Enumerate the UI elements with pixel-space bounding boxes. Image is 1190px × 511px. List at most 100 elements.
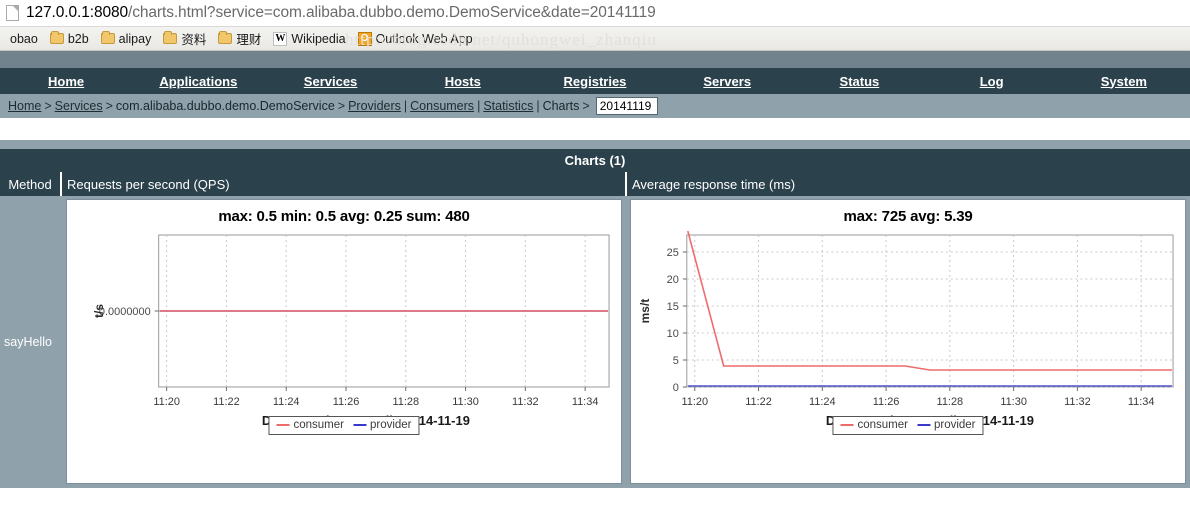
rt-ytick-label: 5 [673, 355, 679, 367]
qps-chart-canvas: 0.0000000 t/s 11:20 11:22 11:24 11:26 11… [67, 225, 621, 439]
bookmark-ziliao[interactable]: 资料 [157, 29, 212, 49]
outlook-icon: O [357, 31, 372, 46]
main-navigation: Home Applications Services Hosts Registr… [0, 68, 1190, 94]
response-time-chart-canvas: 0 5 10 15 20 25 ms/t 11:20 11:22 11:24 1… [631, 225, 1185, 439]
nav-item-system[interactable]: System [1058, 74, 1190, 89]
chrome-viewport-gap [0, 51, 1190, 68]
breadcrumb: Home > Services > com.alibaba.dubbo.demo… [0, 94, 1190, 118]
qps-xtick-label: 11:30 [452, 396, 479, 408]
charts-table-header: Method Requests per second (QPS) Average… [0, 172, 1190, 196]
rt-xtick-label: 11:30 [1000, 396, 1027, 408]
breadcrumb-providers[interactable]: Providers [348, 99, 401, 113]
qps-plot-svg: 0.0000000 t/s 11:20 11:22 11:24 11:26 11… [92, 234, 610, 428]
url-host: 127.0.0.1:8080 [26, 4, 129, 21]
qps-xtick-marks [166, 387, 586, 391]
qps-yaxis-label: t/s [92, 304, 106, 318]
response-time-plot-svg: 0 5 10 15 20 25 ms/t 11:20 11:22 11:24 1… [638, 230, 1174, 428]
rt-ytick-label: 0 [673, 382, 679, 394]
bookmark-label: b2b [67, 31, 89, 46]
bookmark-label: 理财 [236, 33, 262, 47]
qps-xtick-label: 11:28 [392, 396, 419, 408]
breadcrumb-separator: > [337, 99, 346, 113]
bookmark-label: 资料 [181, 33, 207, 47]
breadcrumb-pipe: | [536, 99, 540, 113]
breadcrumb-pipe: | [403, 99, 408, 113]
rt-xtick-labels: 11:20 11:22 11:24 11:26 11:28 11:30 11:3… [681, 396, 1154, 408]
breadcrumb-statistics[interactable]: Statistics [483, 99, 533, 113]
rt-xtick-label: 11:26 [873, 396, 900, 408]
legend-swatch-provider [916, 424, 930, 426]
legend-label-consumer: consumer [293, 419, 344, 431]
rt-xtick-label: 11:22 [745, 396, 772, 408]
legend-entry-consumer: consumer [840, 419, 908, 431]
url-bar[interactable]: 127.0.0.1:8080/charts.html?service=com.a… [0, 0, 1190, 27]
url-path: /charts.html?service=com.alibaba.dubbo.d… [128, 4, 656, 21]
folder-icon [218, 31, 233, 44]
qps-xtick-label: 11:26 [333, 396, 360, 408]
rt-ytick-label: 15 [667, 301, 679, 313]
breadcrumb-charts: Charts [542, 99, 580, 113]
bookmark-licai[interactable]: 理财 [212, 29, 267, 49]
cell-qps-chart: max: 0.5 min: 0.5 avg: 0.25 sum: 480 0.0… [62, 196, 626, 488]
legend-swatch-consumer [276, 424, 290, 426]
qps-chart[interactable]: max: 0.5 min: 0.5 avg: 0.25 sum: 480 0.0… [66, 199, 622, 484]
qps-xtick-label: 11:24 [273, 396, 300, 408]
legend-swatch-provider [352, 424, 366, 426]
bookmark-label: obao [10, 31, 38, 46]
rt-xtick-label: 11:32 [1064, 396, 1091, 408]
browser-chrome: 127.0.0.1:8080/charts.html?service=com.a… [0, 0, 1190, 68]
page-document-icon [6, 5, 19, 21]
bookmark-alipay[interactable]: alipay [95, 29, 158, 49]
column-header-method: Method [0, 172, 62, 196]
column-header-qps: Requests per second (QPS) [62, 172, 627, 196]
nav-item-applications[interactable]: Applications [132, 74, 264, 89]
nav-item-log[interactable]: Log [926, 74, 1058, 89]
bookmark-wikipedia[interactable]: W Wikipedia [267, 29, 351, 49]
rt-xtick-marks [694, 387, 1142, 391]
legend-label-provider: provider [933, 419, 976, 431]
legend-label-consumer: consumer [857, 419, 908, 431]
qps-xtick-label: 11:20 [153, 396, 180, 408]
rt-xtick-label: 11:28 [937, 396, 964, 408]
rt-ytick-label: 20 [667, 274, 679, 286]
date-input[interactable] [595, 97, 658, 115]
breadcrumb-services[interactable]: Services [55, 99, 103, 113]
rt-ytick-labels: 0 5 10 15 20 25 [667, 247, 679, 394]
legend-entry-provider: provider [352, 419, 412, 431]
breadcrumb-separator: > [44, 99, 52, 113]
nav-item-services[interactable]: Services [264, 74, 396, 89]
content-gap [0, 118, 1190, 140]
breadcrumb-home[interactable]: Home [8, 99, 41, 113]
breadcrumb-service-name: com.alibaba.dubbo.demo.DemoService [115, 99, 335, 113]
qps-chart-title: max: 0.5 min: 0.5 avg: 0.25 sum: 480 [218, 208, 470, 225]
folder-icon [49, 31, 64, 44]
legend-swatch-consumer [840, 424, 854, 426]
bookmark-b2b[interactable]: b2b [44, 29, 95, 49]
wikipedia-icon: W [273, 31, 288, 46]
bookmark-outlook-web-app[interactable]: O Outlook Web App [352, 29, 479, 49]
section-spacer [0, 140, 1190, 149]
bookmark-obao[interactable]: obao [0, 29, 44, 49]
bookmark-label: Wikipedia [291, 31, 346, 46]
qps-xtick-label: 11:32 [512, 396, 539, 408]
rt-yaxis-label: ms/t [638, 299, 652, 324]
rt-ytick-label: 10 [667, 328, 679, 340]
rt-plot-frame [686, 234, 1174, 388]
rt-ytick-label: 25 [667, 247, 679, 259]
bookmark-label: Outlook Web App [375, 31, 473, 46]
qps-ytick-label-0: 0.0000000 [99, 306, 151, 318]
legend-entry-provider: provider [916, 419, 976, 431]
rt-xtick-label: 11:24 [809, 396, 836, 408]
breadcrumb-pipe: | [477, 99, 481, 113]
response-time-chart[interactable]: max: 725 avg: 5.39 0 5 10 15 20 25 ms/t … [630, 199, 1186, 484]
legend-label-provider: provider [369, 419, 412, 431]
breadcrumb-consumers[interactable]: Consumers [410, 99, 474, 113]
nav-item-status[interactable]: Status [793, 74, 925, 89]
nav-item-hosts[interactable]: Hosts [397, 74, 529, 89]
nav-item-servers[interactable]: Servers [661, 74, 793, 89]
nav-item-registries[interactable]: Registries [529, 74, 661, 89]
rt-xtick-label: 11:34 [1128, 396, 1155, 408]
breadcrumb-separator: > [582, 99, 590, 113]
table-row: sayHello max: 0.5 min: 0.5 avg: 0.25 sum… [0, 196, 1190, 488]
nav-item-home[interactable]: Home [0, 74, 132, 89]
